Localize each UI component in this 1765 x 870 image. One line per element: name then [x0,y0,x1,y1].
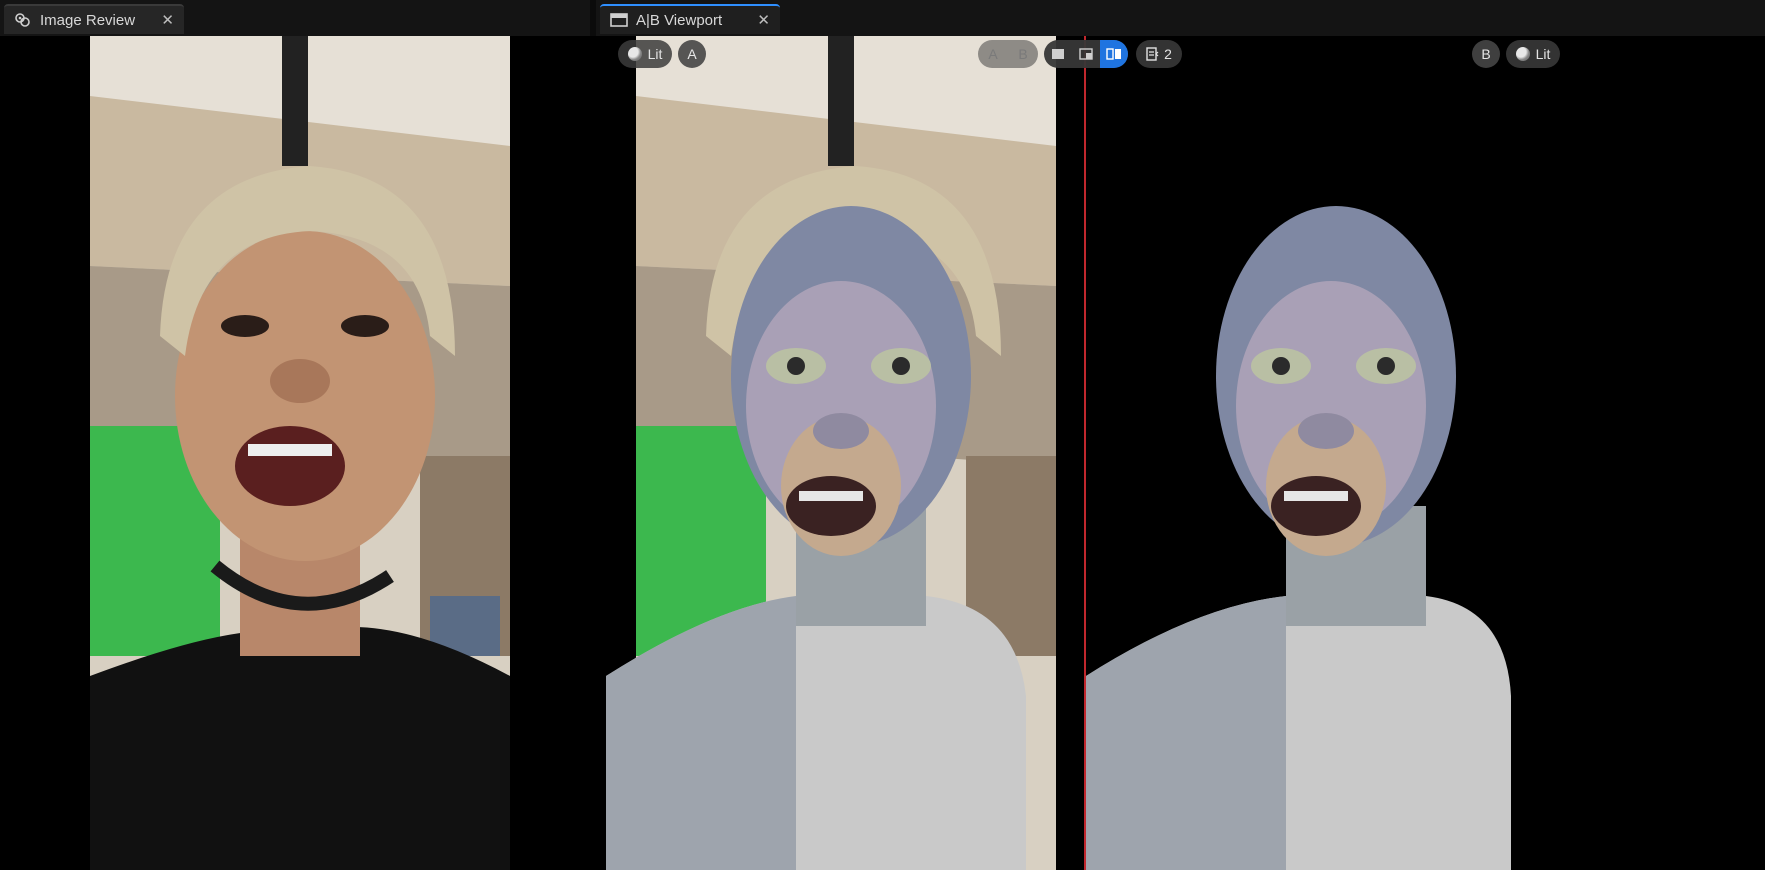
close-icon[interactable]: ✕ [161,11,174,29]
lit-label: Lit [647,46,663,62]
view-a-label: A [687,46,697,62]
tab-label: Image Review [40,11,136,29]
view-count-icon [1146,47,1159,61]
view-b-lit-button[interactable]: Lit [1506,40,1560,68]
close-icon[interactable]: ✕ [757,11,770,29]
layout-mode-group[interactable] [1044,40,1128,68]
view-a-badge[interactable]: A [678,40,706,68]
image-review-panel [0,36,596,870]
tab-label: A|B Viewport [636,11,723,29]
wipe-view-icon [1079,48,1093,60]
lit-label: Lit [1535,46,1551,62]
viewport-render [596,36,1765,870]
single-view-button[interactable] [1044,40,1072,68]
lit-mode-icon [627,47,642,61]
dual-view-icon [1106,48,1121,60]
viewport-tabbar: A|B Viewport ✕ [596,0,1765,37]
wipe-view-button[interactable] [1072,40,1100,68]
image-review-tabbar: Image Review ✕ [0,0,590,37]
reference-photo [0,36,596,870]
view-count-label: 2 [1164,46,1172,62]
tab-ab-viewport[interactable]: A|B Viewport ✕ [600,4,780,34]
ab-toggle-a[interactable]: A [978,40,1008,68]
image-review-icon [14,12,32,28]
dual-view-button[interactable] [1100,40,1128,68]
view-b-badge[interactable]: B [1472,40,1500,68]
view-count-button[interactable]: 2 [1136,40,1182,68]
ab-wipe-divider[interactable] [1084,36,1086,870]
tab-image-review[interactable]: Image Review ✕ [4,4,184,34]
lit-mode-icon [1515,47,1530,61]
viewport-icon [610,12,628,28]
ab-toggle[interactable]: A B [978,40,1038,68]
view-a-lit-button[interactable]: Lit [618,40,672,68]
single-view-icon [1052,49,1064,59]
ab-viewport-panel[interactable]: Lit A A B 2 B Lit [596,36,1765,870]
view-b-label: B [1481,46,1491,62]
ab-toggle-b[interactable]: B [1008,40,1038,68]
